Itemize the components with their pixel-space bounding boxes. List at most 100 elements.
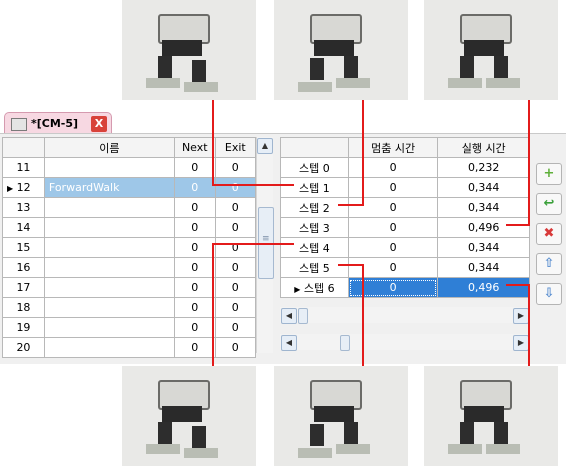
header-name[interactable]: 이름 (43, 137, 175, 158)
table-row[interactable]: 스텝 2 0 0,344 (280, 197, 530, 218)
insert-step-button[interactable]: ↩ (536, 193, 562, 215)
robot-leg-left (460, 56, 474, 78)
table-row[interactable]: 스텝 3 0 0,496 (280, 217, 530, 238)
table-header-row: 멈춤 시간 실행 시간 (280, 137, 530, 158)
row-next[interactable]: 0 (173, 157, 216, 178)
row-name[interactable] (43, 317, 175, 338)
table-row[interactable]: 17 0 0 (2, 277, 257, 298)
run-time[interactable]: 0,344 (437, 177, 530, 198)
table-row[interactable]: 13 0 0 (2, 197, 257, 218)
row-exit[interactable]: 0 (214, 277, 257, 298)
robot-body (162, 40, 202, 56)
robot-leg-right (494, 422, 508, 444)
run-time[interactable]: 0,232 (437, 157, 530, 178)
row-next[interactable]: 0 (173, 277, 216, 298)
page-list-scrollbar[interactable]: ▲ ≡ (256, 137, 274, 353)
robot-photo-step-3 (424, 0, 558, 100)
tab-title: *[CM-5] (31, 117, 79, 130)
delete-step-button[interactable]: ✖ (536, 223, 562, 245)
step-label: 스텝 3 (280, 217, 349, 238)
row-name[interactable] (43, 297, 175, 318)
row-next[interactable]: 0 (173, 217, 216, 238)
row-next[interactable]: 0 (173, 257, 216, 278)
row-next[interactable]: 0 (173, 297, 216, 318)
row-next[interactable]: 0 (173, 177, 216, 198)
scroll-left-button[interactable]: ◀ (281, 335, 297, 351)
row-next[interactable]: 0 (173, 317, 216, 338)
run-time[interactable]: 0,344 (437, 197, 530, 218)
robot-photo-step-1 (122, 0, 256, 100)
row-exit[interactable]: 0 (214, 197, 257, 218)
row-name[interactable] (43, 337, 175, 358)
scroll-right-button[interactable]: ▶ (513, 308, 529, 324)
table-row-selected[interactable]: ▶ 스텝 6 0 0,496 (280, 277, 530, 298)
table-row[interactable]: 스텝 4 0 0,344 (280, 237, 530, 258)
move-down-button[interactable]: ⇩ (536, 283, 562, 305)
scroll-right-button[interactable]: ▶ (513, 335, 529, 351)
table-row[interactable]: 스텝 1 0 0,344 (280, 177, 530, 198)
row-name[interactable] (43, 277, 175, 298)
move-up-button[interactable]: ⇧ (536, 253, 562, 275)
step-table: 멈춤 시간 실행 시간 스텝 0 0 0,232 스텝 1 0 0,344 스텝… (280, 137, 530, 298)
robot-photo-step-6 (424, 366, 558, 466)
header-step (280, 137, 349, 158)
run-time[interactable]: 0,496 (437, 217, 530, 238)
row-exit[interactable]: 0 (214, 317, 257, 338)
scroll-up-button[interactable]: ▲ (257, 138, 273, 154)
header-index (2, 137, 45, 158)
row-index: 13 (2, 197, 45, 218)
header-exit[interactable]: Exit (214, 137, 257, 158)
return-arrow-icon: ↩ (543, 196, 555, 211)
row-next[interactable]: 0 (173, 237, 216, 258)
run-time[interactable]: 0,344 (437, 237, 530, 258)
scroll-thumb[interactable] (298, 308, 308, 324)
robot-body (464, 40, 504, 56)
run-time[interactable]: 0,344 (437, 257, 530, 278)
row-exit[interactable]: 0 (214, 177, 257, 198)
add-step-button[interactable]: + (536, 163, 562, 185)
robot-body (314, 406, 354, 422)
row-exit[interactable]: 0 (214, 217, 257, 238)
pause-time[interactable]: 0 (347, 237, 439, 258)
table-row[interactable]: 19 0 0 (2, 317, 257, 338)
row-name[interactable] (43, 197, 175, 218)
row-name[interactable] (43, 237, 175, 258)
row-next[interactable]: 0 (173, 337, 216, 358)
table-row[interactable]: 20 0 0 (2, 337, 257, 358)
table-row-selected[interactable]: ▶ 12 ForwardWalk 0 0 (2, 177, 257, 198)
row-exit[interactable]: 0 (214, 237, 257, 258)
header-next[interactable]: Next (173, 137, 216, 158)
row-name[interactable]: ForwardWalk (43, 177, 175, 198)
row-name[interactable] (43, 257, 175, 278)
row-index: 19 (2, 317, 45, 338)
table-row[interactable]: 16 0 0 (2, 257, 257, 278)
header-run-time[interactable]: 실행 시간 (437, 137, 530, 158)
pause-time[interactable]: 0 (347, 217, 439, 238)
robot-leg-left (460, 422, 474, 444)
table-row[interactable]: 스텝 0 0 0,232 (280, 157, 530, 178)
scroll-thumb[interactable] (340, 335, 350, 351)
delete-icon: ✖ (543, 226, 555, 241)
table-row[interactable]: 18 0 0 (2, 297, 257, 318)
robot-foot-right (184, 82, 218, 92)
row-name[interactable] (43, 217, 175, 238)
table-row[interactable]: 14 0 0 (2, 217, 257, 238)
robot-body (464, 406, 504, 422)
row-next[interactable]: 0 (173, 197, 216, 218)
row-exit[interactable]: 0 (214, 337, 257, 358)
table-row[interactable]: 11 0 0 (2, 157, 257, 178)
robot-leg-right (192, 426, 206, 448)
annotation-line (338, 264, 364, 266)
step-table-hscroll-2[interactable]: ◀ ▶ (280, 334, 530, 351)
scroll-left-button[interactable]: ◀ (281, 308, 297, 324)
table-row[interactable]: 스텝 5 0 0,344 (280, 257, 530, 278)
row-exit[interactable]: 0 (214, 157, 257, 178)
row-exit[interactable]: 0 (214, 257, 257, 278)
row-exit[interactable]: 0 (214, 297, 257, 318)
row-name[interactable] (43, 157, 175, 178)
table-row[interactable]: 15 0 0 (2, 237, 257, 258)
run-time[interactable]: 0,496 (437, 277, 530, 298)
step-table-hscroll-1[interactable]: ◀ ▶ (280, 307, 530, 324)
close-tab-button[interactable]: X (91, 116, 107, 132)
document-tab[interactable]: *[CM-5] X (4, 112, 112, 135)
